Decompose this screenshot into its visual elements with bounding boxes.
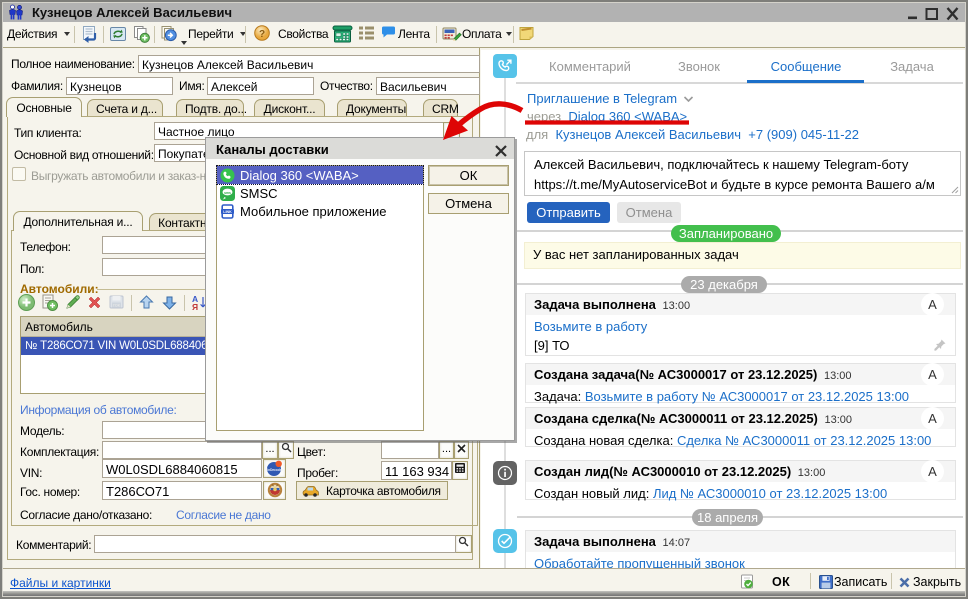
svg-text:VinDecoder: VinDecoder	[266, 468, 283, 472]
svg-text:?: ?	[259, 29, 265, 40]
svg-text:Я: Я	[192, 302, 198, 311]
svg-text:ГОК: ГОК	[113, 304, 121, 308]
svg-text:sms: sms	[224, 190, 231, 194]
svg-text:LINK: LINK	[223, 209, 232, 213]
